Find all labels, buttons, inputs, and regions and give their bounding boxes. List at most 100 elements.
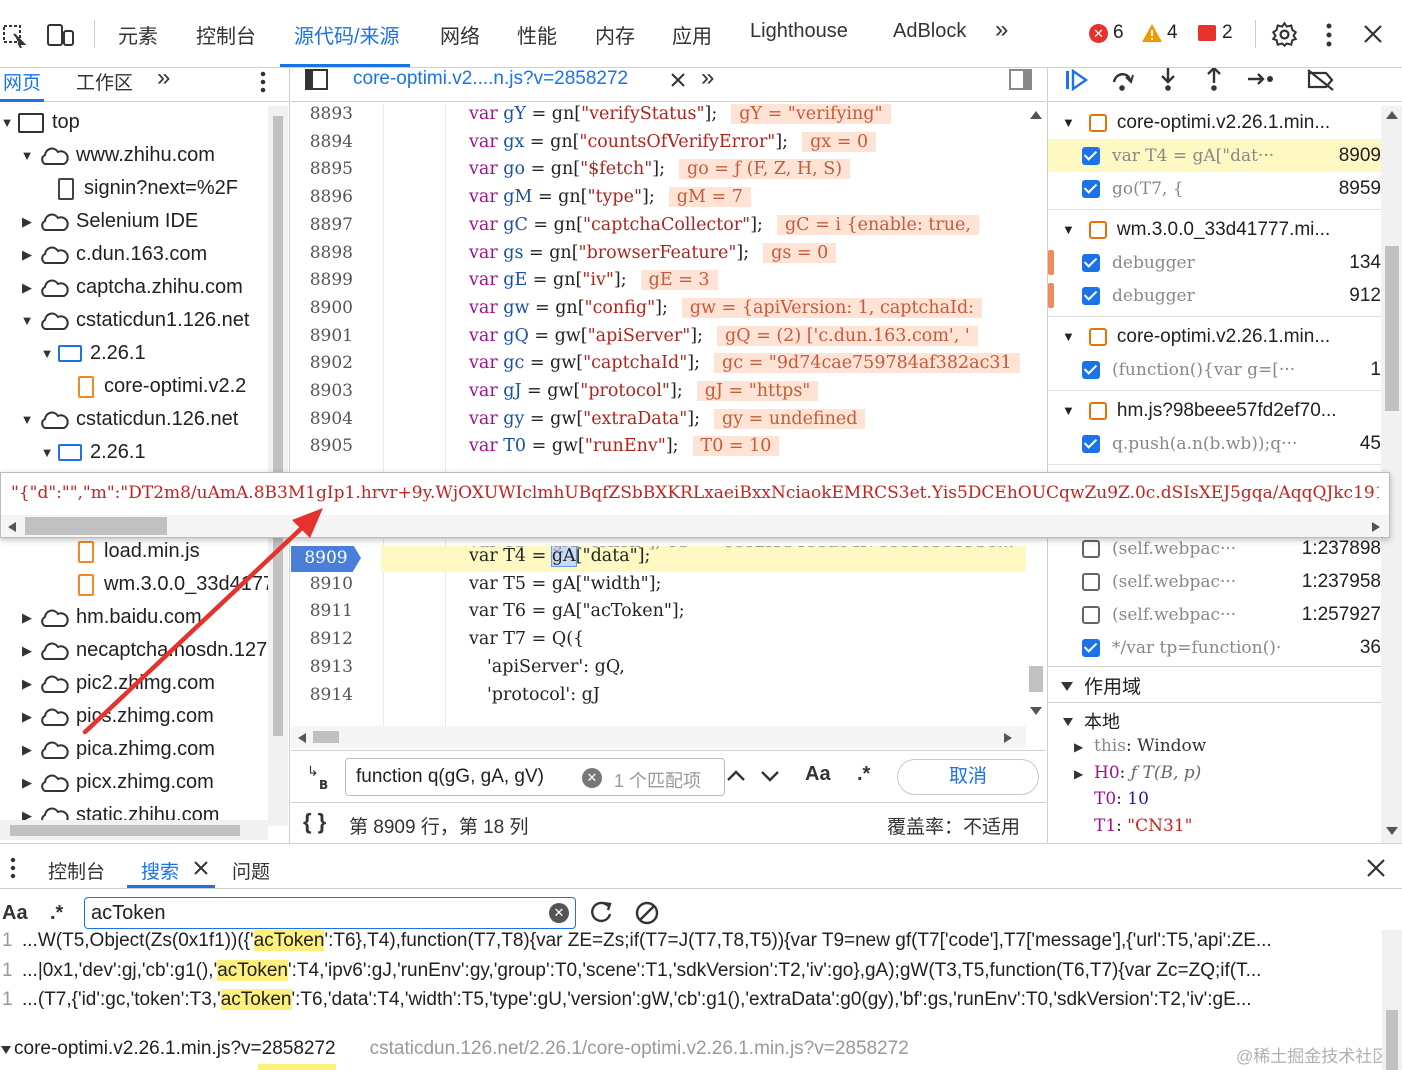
line-number[interactable]: 8896	[291, 187, 353, 207]
breakpoint-item[interactable]: debugger 912	[1048, 279, 1383, 312]
search-result-line[interactable]: 1 ...(T7,{'id':gc,'token':T3,'acToken':T6…	[0, 989, 1252, 1011]
scope-section-header[interactable]: 作用域	[1060, 672, 1141, 699]
popover-scrollbar[interactable]	[1, 515, 1389, 537]
expanded-arrow-icon[interactable]: ▼	[20, 313, 34, 328]
line-number[interactable]: 8905	[291, 436, 353, 456]
tree-item[interactable]: ▶ hm.baidu.com	[0, 601, 202, 634]
line-number[interactable]: 8898	[291, 243, 353, 263]
search-match-case-button[interactable]: Aa	[2, 902, 28, 925]
breakpoint-item[interactable]: */var tp=function()··· 36	[1048, 631, 1383, 664]
tree-item[interactable]: ▶ Selenium IDE	[0, 205, 198, 238]
breakpoint-checkbox[interactable]	[1082, 179, 1100, 198]
scope-variable[interactable]: ▶ this: Window	[1074, 736, 1206, 756]
clear-global-search-icon[interactable]: ✕	[549, 903, 569, 923]
breakpoint-item[interactable]: debugger 134	[1048, 246, 1383, 279]
settings-gear-icon[interactable]	[1271, 21, 1298, 48]
line-number[interactable]: 8895	[291, 159, 353, 179]
tab-elements[interactable]: 元素	[118, 20, 158, 49]
editor-scrollbar[interactable]	[1026, 104, 1046, 724]
inspect-element-icon[interactable]	[2, 24, 28, 48]
breakpoint-item[interactable]: q.push(a.n(b.wb));q··· 45	[1048, 427, 1383, 460]
line-number[interactable]: 8903	[291, 381, 353, 401]
tree-item[interactable]: ▶ pics.zhimg.com	[0, 700, 214, 733]
tree-item[interactable]: ▼ cstaticdun1.126.net	[0, 304, 250, 337]
next-match-icon[interactable]	[759, 765, 781, 787]
navigator-scrollbar[interactable]	[268, 106, 288, 826]
error-counter[interactable]: ✕ 6	[1089, 22, 1124, 44]
tree-item[interactable]: ▼ 2.26.1	[0, 436, 146, 469]
collapsed-arrow-icon[interactable]: ▶	[20, 676, 34, 692]
local-scope-header[interactable]: 本地	[1062, 708, 1120, 734]
pretty-print-icon[interactable]: { }	[303, 809, 326, 835]
close-search-tab-icon[interactable]	[194, 861, 208, 875]
collapsed-arrow-icon[interactable]: ▶	[20, 247, 34, 263]
breakpoint-checkbox[interactable]	[1082, 605, 1100, 624]
tree-item[interactable]: ▼ cstaticdun.126.net	[0, 403, 239, 436]
expanded-arrow-icon[interactable]: ▼	[20, 148, 34, 163]
deactivate-breakpoints-icon[interactable]	[1306, 68, 1336, 92]
collapsed-arrow-icon[interactable]: ▶	[20, 742, 34, 758]
line-number[interactable]: 8893	[291, 104, 353, 124]
tab-console[interactable]: 控制台	[196, 20, 256, 49]
navigator-h-scrollbar[interactable]	[0, 820, 268, 840]
breakpoint-checkbox[interactable]	[1082, 286, 1100, 305]
tab-memory[interactable]: 内存	[595, 20, 635, 49]
scope-variable[interactable]: ▶ H0: ƒ T(B, p)	[1074, 763, 1201, 783]
tree-item[interactable]: ▶ c.dun.163.com	[0, 238, 207, 271]
expanded-arrow-icon[interactable]: ▼	[20, 412, 34, 427]
breakpoint-file-header[interactable]: ▼ hm.js?98beee57fd2ef70...	[1048, 394, 1383, 427]
search-result-line[interactable]: 1 ...|0x1,'dev':gj,'cb':g1(),'acToken':T4…	[0, 959, 1261, 982]
drawer-menu-icon[interactable]	[8, 856, 18, 880]
tab-adblock[interactable]: AdBlock	[893, 20, 966, 43]
step-out-icon[interactable]	[1202, 68, 1226, 92]
regex-button[interactable]: .*	[857, 763, 870, 786]
line-number[interactable]: 8899	[291, 270, 353, 290]
collapsed-arrow-icon[interactable]: ▶	[20, 775, 34, 791]
replace-toggle-icon[interactable]: ↳B	[305, 763, 333, 791]
close-devtools-icon[interactable]	[1363, 24, 1383, 44]
step-icon[interactable]	[1246, 68, 1276, 90]
line-number[interactable]: 8897	[291, 215, 353, 235]
toggle-debugger-icon[interactable]	[1009, 69, 1033, 91]
breakpoint-item[interactable]: go(T7, {8959	[1048, 172, 1383, 205]
warning-counter[interactable]: 4	[1141, 22, 1178, 44]
drawer-tab-console[interactable]: 控制台	[48, 857, 105, 884]
editor-search-input[interactable]: function q(gG, gA, gV)	[356, 766, 544, 788]
collapsed-arrow-icon[interactable]: ▶	[20, 709, 34, 725]
close-file-tab-icon[interactable]	[671, 73, 685, 87]
scope-variable[interactable]: T1: "CN31"	[1074, 816, 1192, 836]
line-number[interactable]: 8910	[291, 574, 353, 594]
line-number[interactable]: 8914	[291, 685, 353, 705]
breakpoint-checkbox[interactable]	[1082, 434, 1100, 453]
scope-variable[interactable]: T0: 10	[1074, 789, 1149, 809]
tab-page[interactable]: 网页	[3, 68, 41, 95]
search-regex-button[interactable]: .*	[50, 902, 63, 925]
clear-results-icon[interactable]	[634, 900, 660, 926]
breakpoint-marker[interactable]: 8909	[291, 546, 361, 572]
step-into-icon[interactable]	[1156, 68, 1180, 92]
collapsed-arrow-icon[interactable]: ▶	[20, 214, 34, 230]
editor-h-scrollbar[interactable]	[291, 726, 1026, 748]
breakpoint-checkbox[interactable]	[1082, 360, 1100, 379]
cancel-search-button[interactable]: 取消	[897, 759, 1039, 795]
more-tabs-button[interactable]: »	[995, 16, 1008, 44]
tab-application[interactable]: 应用	[672, 20, 712, 49]
tab-workspace[interactable]: 工作区	[76, 68, 133, 95]
global-search-input[interactable]: acToken	[91, 902, 166, 925]
tab-network[interactable]: 网络	[440, 20, 480, 49]
line-number[interactable]: 8901	[291, 326, 353, 346]
line-number[interactable]: 8894	[291, 132, 353, 152]
breakpoint-checkbox[interactable]	[1082, 539, 1100, 558]
breakpoint-item[interactable]: (self.webpac··· 1:257927	[1048, 598, 1383, 631]
tree-item[interactable]: ▼ top	[0, 106, 80, 139]
tree-item[interactable]: ▼ www.zhihu.com	[0, 139, 215, 172]
breakpoint-checkbox[interactable]	[1082, 638, 1100, 657]
editor-file-tab[interactable]: core-optimi.v2....n.js?v=2858272	[353, 68, 628, 90]
line-number[interactable]: 8911	[291, 601, 353, 621]
tree-item[interactable]: wm.3.0.0_33d4177	[0, 568, 268, 601]
expanded-arrow-icon[interactable]: ▼	[40, 346, 54, 361]
tree-item[interactable]: load.min.js	[0, 535, 200, 568]
step-over-icon[interactable]	[1110, 68, 1136, 92]
breakpoint-file-header[interactable]: ▼ wm.3.0.0_33d41777.mi...	[1048, 213, 1383, 246]
breakpoint-item[interactable]: var T4 = gA["dat··· 8909	[1048, 139, 1383, 172]
